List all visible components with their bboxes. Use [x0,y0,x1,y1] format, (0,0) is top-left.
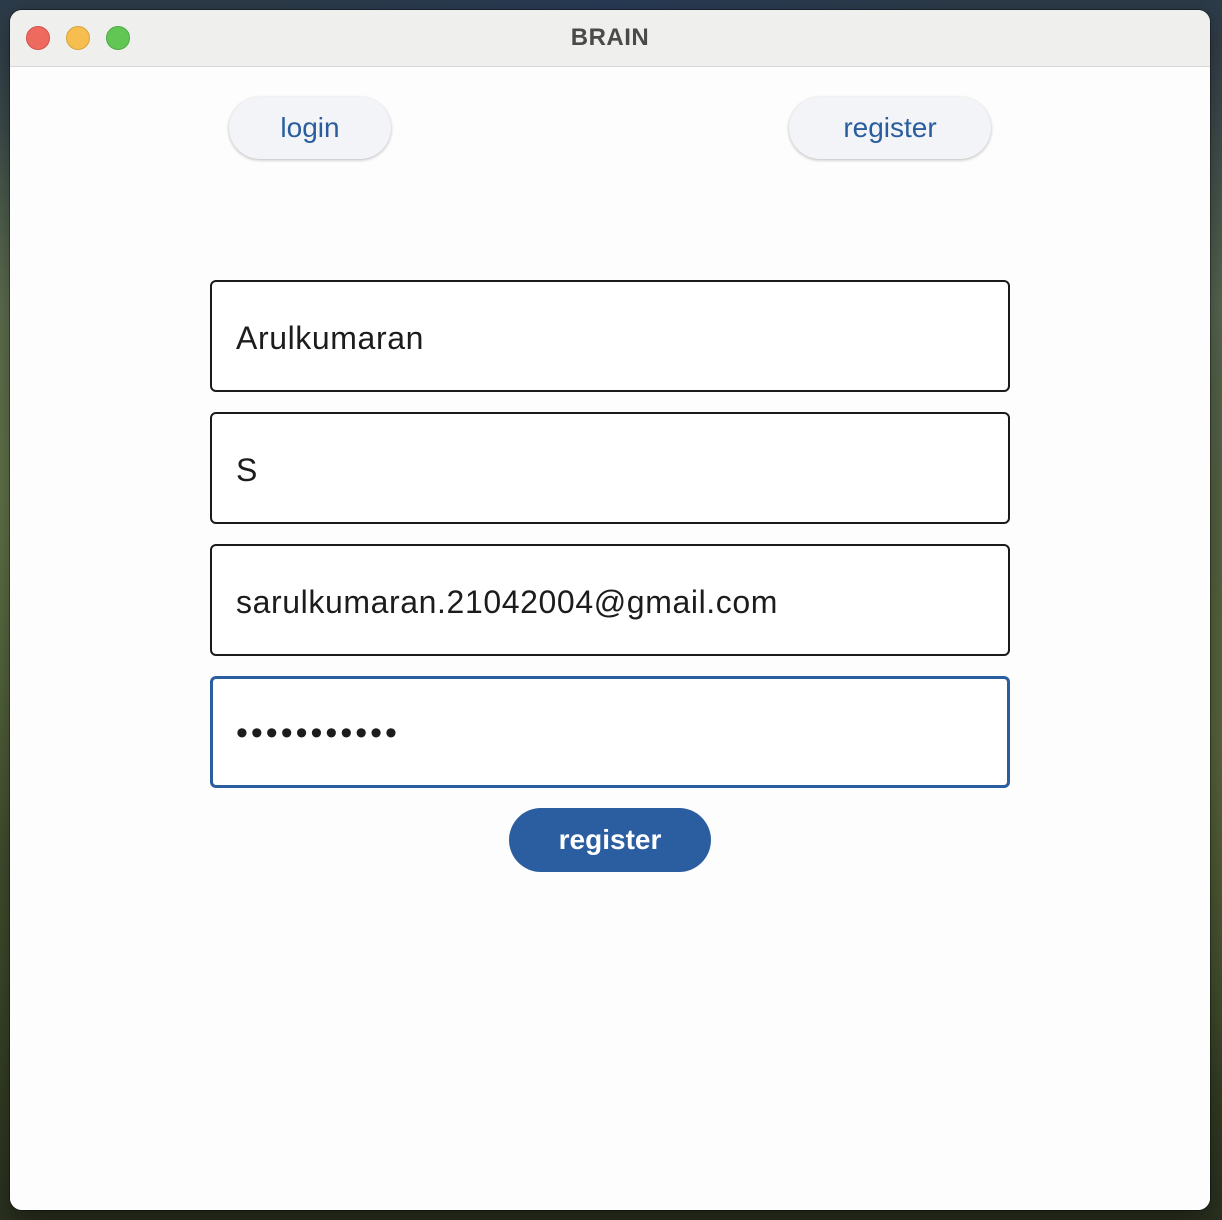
first-name-value: Arulkumaran [236,320,425,356]
email-value: sarulkumaran.21042004@gmail.com [236,584,779,620]
title-bar[interactable]: BRAIN [10,10,1210,67]
last-name-value: S [236,452,258,488]
email-field[interactable]: sarulkumaran.21042004@gmail.com [210,544,1010,656]
password-masked-value: ••••••••••• [236,714,400,752]
app-window: BRAIN login register Arulkumaran S sarul… [10,10,1210,1210]
last-name-field[interactable]: S [210,412,1010,524]
register-nav-button[interactable]: register [789,97,991,159]
login-nav-button[interactable]: login [229,97,391,159]
window-title: BRAIN [570,24,650,51]
password-field[interactable]: ••••••••••• [210,676,1010,788]
first-name-field[interactable]: Arulkumaran [210,280,1010,392]
register-page: login register Arulkumaran S sarulkumara… [10,67,1210,1210]
register-submit-button[interactable]: register [509,808,711,872]
